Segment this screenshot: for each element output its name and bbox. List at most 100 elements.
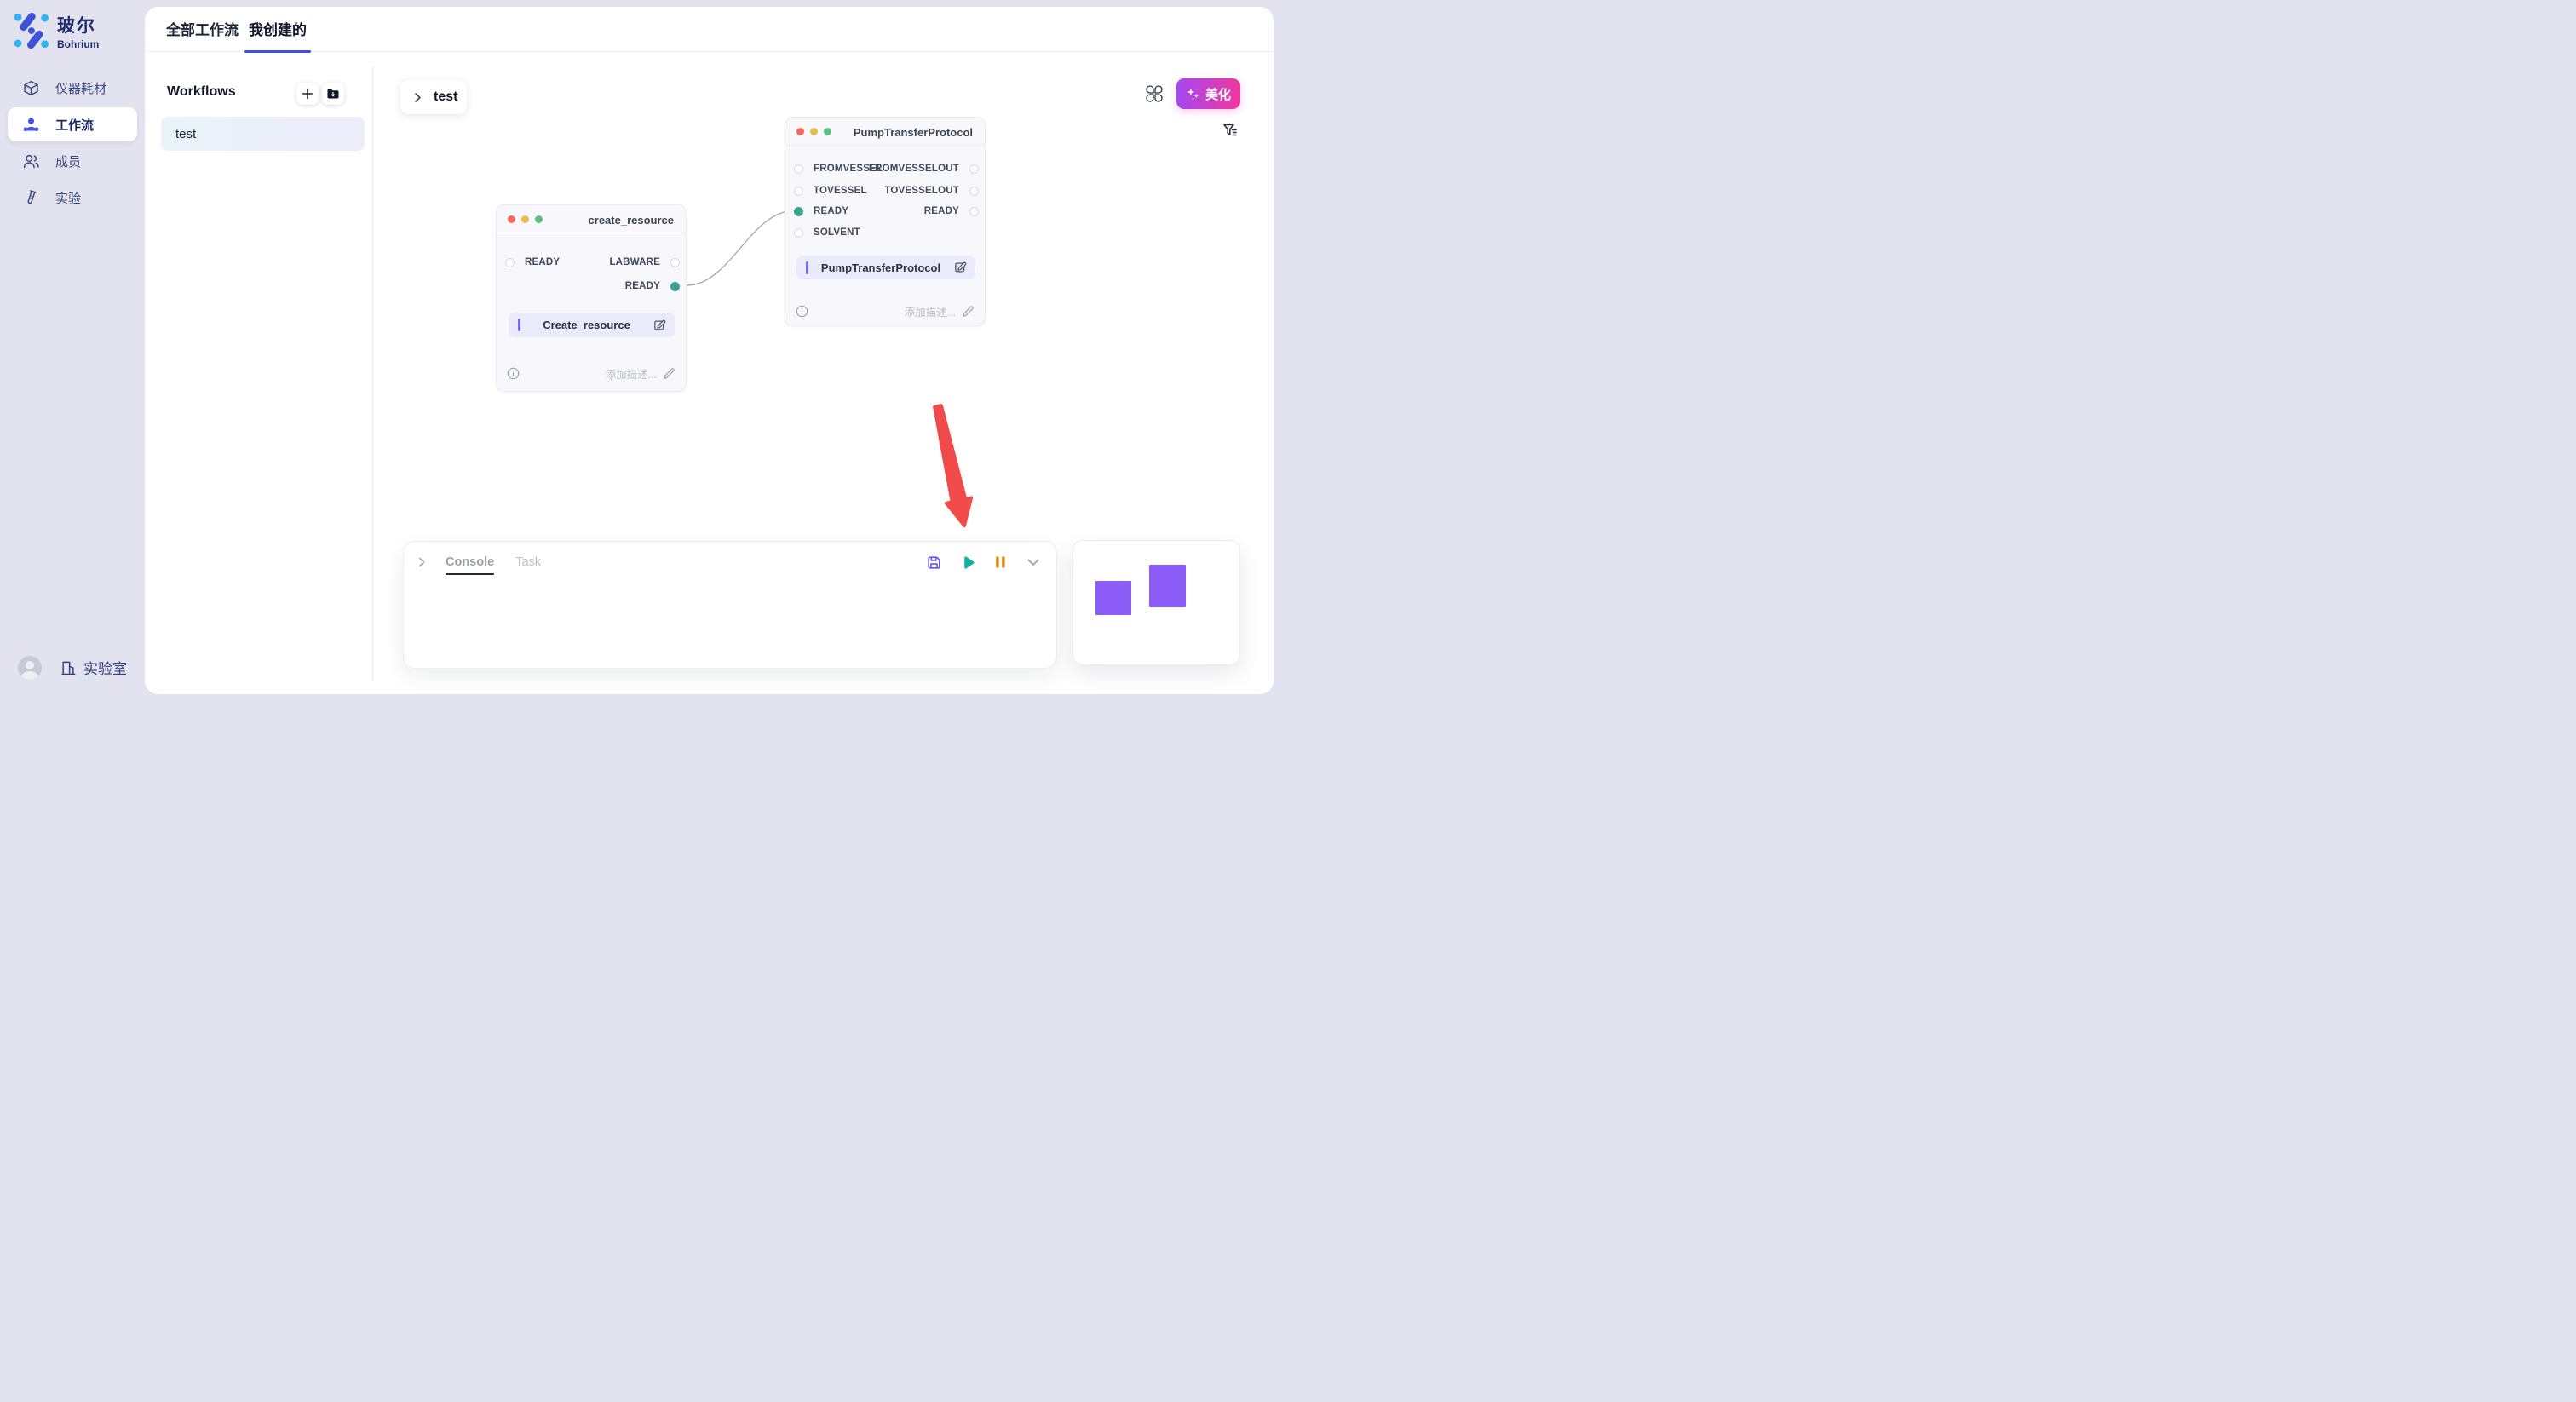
lab-label: 实验室 <box>83 657 127 678</box>
node-action-pill[interactable]: Create_resource <box>509 313 675 337</box>
port-ready-out[interactable]: READY <box>625 279 680 293</box>
lab-switcher[interactable]: 实验室 <box>60 657 127 678</box>
sidebar-item-label: 仪器耗材 <box>55 79 106 97</box>
main-panel: 全部工作流 我创建的 Workflows test test <box>145 7 1274 694</box>
brand-name-cn: 玻尔 <box>57 12 99 37</box>
port-label: FROMVESSELOUT <box>869 164 959 174</box>
workflow-user-icon <box>22 116 40 134</box>
port-circle[interactable] <box>969 207 979 216</box>
node-header: PumpTransferProtocol <box>785 118 985 146</box>
port-tovesselout[interactable]: TOVESSELOUT <box>884 184 979 198</box>
import-folder-button[interactable] <box>322 83 344 105</box>
node-title: create_resource <box>589 214 674 227</box>
tab-task[interactable]: Task <box>515 555 541 569</box>
run-button[interactable] <box>961 555 975 570</box>
sidebar-item-workflow[interactable]: 工作流 <box>8 107 137 141</box>
sidebar-item-members[interactable]: 成员 <box>8 144 137 178</box>
save-icon <box>926 554 942 571</box>
port-fromvesselout[interactable]: FROMVESSELOUT <box>869 162 979 175</box>
port-circle[interactable] <box>794 187 803 196</box>
traffic-green-dot[interactable] <box>824 128 831 135</box>
sidebar: 玻尔 Bohrium 仪器耗材 工作流 成员 <box>0 0 145 701</box>
description-placeholder[interactable]: 添加描述... <box>905 303 956 319</box>
sidebar-item-instruments[interactable]: 仪器耗材 <box>8 71 137 105</box>
pill-label: PumpTransferProtocol <box>808 261 953 274</box>
play-icon <box>961 555 975 570</box>
info-icon[interactable] <box>507 367 520 380</box>
port-labware-out[interactable]: LABWARE <box>609 256 680 269</box>
workflow-item-label: test <box>175 127 196 141</box>
workflow-tabbar: 全部工作流 我创建的 <box>145 7 1274 52</box>
port-label: READY <box>625 281 660 291</box>
add-workflow-button[interactable] <box>296 83 319 105</box>
port-circle[interactable] <box>794 228 803 238</box>
traffic-green-dot[interactable] <box>535 215 543 223</box>
node-pump-transfer-protocol[interactable]: PumpTransferProtocol FROMVESSEL FROMVESS… <box>785 117 986 326</box>
pill-label: Create_resource <box>520 319 653 331</box>
sparkles-icon <box>1186 87 1200 101</box>
port-label: TOVESSEL <box>814 186 867 196</box>
console-collapse-icon[interactable] <box>416 556 428 568</box>
port-label: LABWARE <box>609 257 660 267</box>
port-circle-connected[interactable] <box>670 282 680 291</box>
port-ready-in[interactable]: READY <box>505 256 560 269</box>
pause-button[interactable] <box>994 555 1007 569</box>
info-icon[interactable] <box>796 305 808 318</box>
node-action-pill[interactable]: PumpTransferProtocol <box>796 256 975 279</box>
port-label: TOVESSELOUT <box>884 186 959 196</box>
filter-button[interactable] <box>1222 122 1239 139</box>
breadcrumb-label: test <box>434 89 457 105</box>
port-tovessel-in[interactable]: TOVESSEL <box>794 184 867 198</box>
minimap-node-create-resource <box>1095 581 1131 615</box>
node-title: PumpTransferProtocol <box>854 126 973 139</box>
port-solvent-in[interactable]: SOLVENT <box>794 226 860 239</box>
sidebar-item-experiments[interactable]: 实验 <box>8 181 137 215</box>
beautify-label: 美化 <box>1205 85 1231 103</box>
tab-my-created[interactable]: 我创建的 <box>249 7 307 52</box>
minimap-node-pump-transfer <box>1149 565 1186 607</box>
members-icon <box>22 152 40 170</box>
package-icon <box>22 79 40 97</box>
clover-icon <box>1145 84 1164 103</box>
port-circle[interactable] <box>670 258 680 267</box>
traffic-red-dot[interactable] <box>796 128 804 135</box>
layout-apps-button[interactable] <box>1145 84 1164 103</box>
workflows-panel-title: Workflows <box>167 84 236 100</box>
building-icon <box>60 659 77 676</box>
port-ready-in[interactable]: READY <box>794 204 848 218</box>
description-placeholder[interactable]: 添加描述... <box>606 365 657 382</box>
breadcrumb[interactable]: test <box>400 80 467 114</box>
traffic-red-dot[interactable] <box>508 215 515 223</box>
collapse-console-button[interactable] <box>1026 554 1041 570</box>
pause-icon <box>994 555 1007 569</box>
edit-icon[interactable] <box>653 319 666 332</box>
save-button[interactable] <box>926 554 942 571</box>
edit-icon[interactable] <box>953 261 967 274</box>
traffic-yellow-dot[interactable] <box>810 128 818 135</box>
port-label: READY <box>924 206 959 216</box>
port-circle[interactable] <box>969 187 979 196</box>
tab-all-workflows[interactable]: 全部工作流 <box>166 7 239 52</box>
port-ready-out[interactable]: READY <box>924 204 979 218</box>
port-circle-connected[interactable] <box>794 207 803 216</box>
traffic-yellow-dot[interactable] <box>521 215 529 223</box>
pencil-icon[interactable] <box>962 305 975 318</box>
tab-console[interactable]: Console <box>446 555 494 569</box>
beautify-button[interactable]: 美化 <box>1176 78 1240 109</box>
node-create-resource[interactable]: create_resource READY LABWARE READY Crea… <box>496 204 687 392</box>
pencil-icon[interactable] <box>663 367 676 380</box>
node-header: create_resource <box>497 205 686 233</box>
user-avatar[interactable] <box>18 656 42 680</box>
sidebar-item-label: 实验 <box>55 189 81 207</box>
sidebar-item-label: 成员 <box>55 152 81 170</box>
annotation-arrow <box>919 399 979 531</box>
port-label: READY <box>814 206 848 216</box>
port-circle[interactable] <box>969 164 979 174</box>
chevron-down-icon <box>1026 554 1041 570</box>
chevron-right-icon <box>412 92 423 103</box>
minimap[interactable] <box>1072 540 1240 665</box>
workflow-list-item-test[interactable]: test <box>161 117 365 151</box>
test-tube-icon <box>22 189 40 207</box>
port-circle[interactable] <box>794 164 803 174</box>
port-circle[interactable] <box>505 258 515 267</box>
